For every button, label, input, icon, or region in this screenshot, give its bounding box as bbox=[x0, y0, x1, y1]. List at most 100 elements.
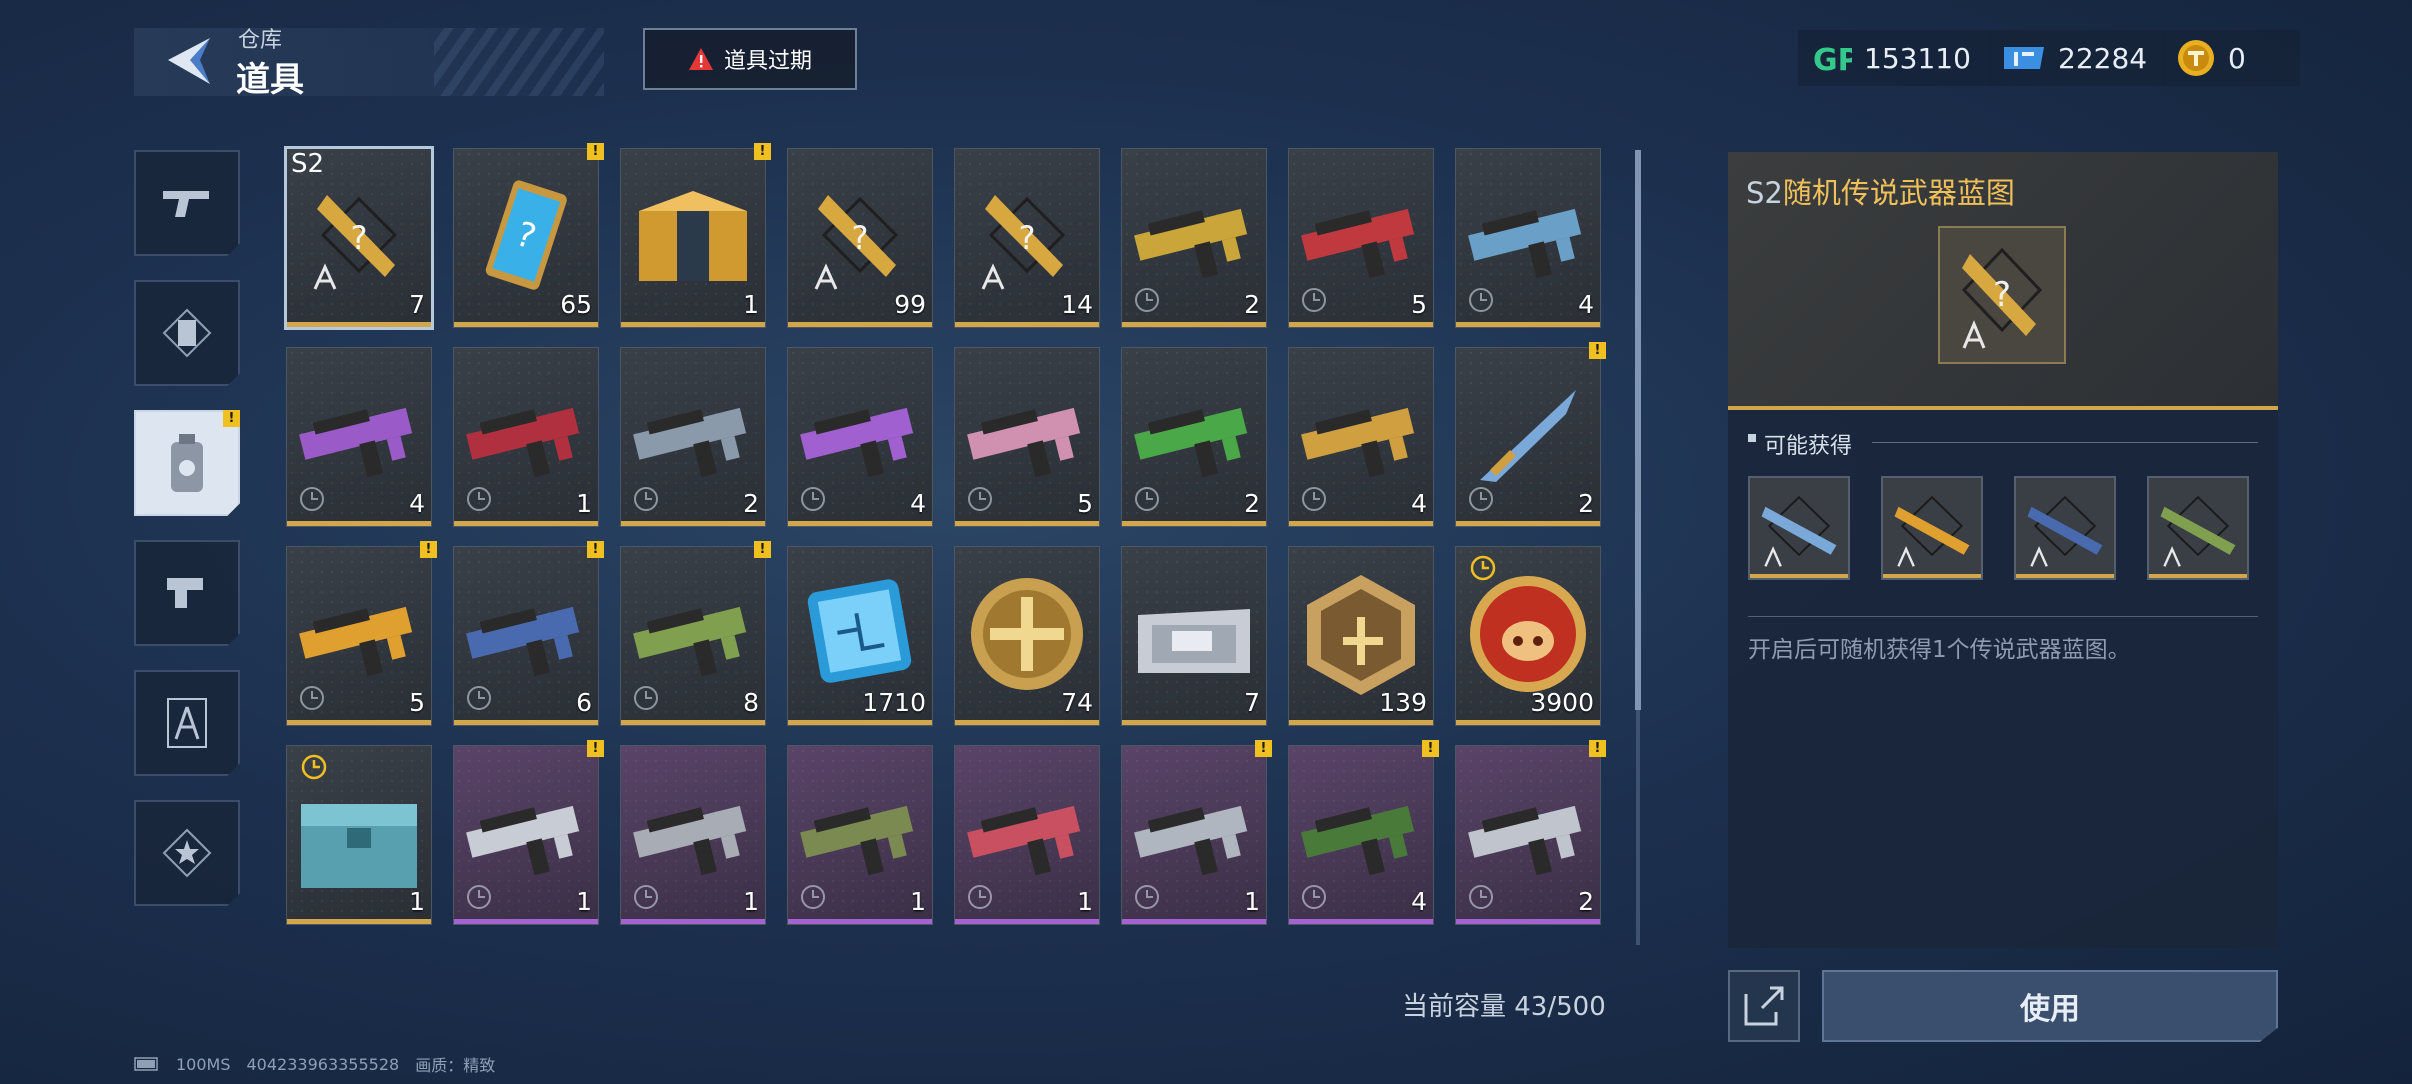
new-alert-badge: ! bbox=[1589, 740, 1606, 757]
capacity-text: 当前容量 43/500 bbox=[1402, 992, 1606, 1022]
item-art bbox=[965, 768, 1089, 898]
inventory-item[interactable]: 1 bbox=[954, 745, 1100, 925]
use-button[interactable]: 使用 bbox=[1822, 970, 2278, 1042]
rarity-bar bbox=[955, 919, 1099, 924]
tab-items[interactable]: ! bbox=[134, 410, 240, 516]
star-badge-icon bbox=[162, 828, 212, 878]
inventory-item[interactable]: 1 bbox=[453, 347, 599, 527]
ticket-amount: 22284 bbox=[2058, 41, 2148, 75]
inventory-item[interactable]: 4 bbox=[1455, 148, 1601, 328]
reward-blueprint-icon bbox=[1761, 495, 1837, 567]
inventory-item[interactable]: 74 bbox=[954, 546, 1100, 726]
inventory-item[interactable]: 2 bbox=[1121, 148, 1267, 328]
grid-scroll-thumb[interactable] bbox=[1635, 150, 1641, 710]
inventory-item[interactable]: 2 bbox=[1121, 347, 1267, 527]
rarity-bar bbox=[287, 521, 431, 526]
uid-text: 404233963355528 bbox=[246, 1054, 400, 1074]
rarity-bar bbox=[287, 720, 431, 725]
inventory-item[interactable]: 5 bbox=[1288, 148, 1434, 328]
item-art bbox=[1466, 569, 1590, 699]
inventory-item[interactable]: 139 bbox=[1288, 546, 1434, 726]
rarity-bar bbox=[287, 322, 431, 327]
svg-text:GP: GP bbox=[1813, 43, 1852, 76]
inventory-item[interactable]: ! 1 bbox=[453, 740, 604, 925]
item-count: 4 bbox=[1411, 489, 1427, 518]
item-art bbox=[631, 768, 755, 898]
tab-attachments[interactable] bbox=[134, 540, 240, 646]
item-art bbox=[798, 569, 922, 699]
inventory-item[interactable]: ! 1 bbox=[1121, 740, 1272, 925]
inventory-item[interactable]: 4 bbox=[787, 347, 933, 527]
rarity-bar bbox=[955, 720, 1099, 725]
back-arrow-icon[interactable] bbox=[160, 34, 216, 90]
item-count: 7 bbox=[409, 290, 425, 319]
new-alert-badge: ! bbox=[1255, 740, 1272, 757]
item-description: 开启后可随机获得1个传说武器蓝图。 bbox=[1748, 637, 2131, 663]
inventory-item[interactable]: ? 14 bbox=[954, 148, 1100, 328]
rarity-bar bbox=[2149, 574, 2247, 578]
inventory-item[interactable]: ! 5 bbox=[286, 541, 437, 726]
inventory-item[interactable]: 7 bbox=[1121, 546, 1267, 726]
item-count: 2 bbox=[1244, 290, 1260, 319]
warning-icon bbox=[688, 48, 713, 70]
limited-time-icon bbox=[1469, 288, 1493, 312]
svg-text:?: ? bbox=[1993, 275, 2011, 315]
possible-reward-item[interactable] bbox=[1881, 476, 1983, 580]
item-art bbox=[1132, 370, 1256, 500]
inventory-item[interactable]: 1 bbox=[787, 745, 933, 925]
tab-weapons[interactable] bbox=[134, 150, 240, 256]
inventory-item[interactable]: ? 99 bbox=[787, 148, 933, 328]
section-rule bbox=[1872, 442, 2258, 443]
attachment-icon bbox=[167, 578, 203, 608]
limited-time-icon bbox=[300, 487, 324, 511]
inventory-item[interactable]: ! 2 bbox=[1455, 740, 1606, 925]
rarity-bar bbox=[454, 919, 598, 924]
rarity-bar bbox=[621, 521, 765, 526]
inventory-item[interactable]: ! 1 bbox=[620, 143, 771, 328]
inventory-item[interactable]: 1710 bbox=[787, 546, 933, 726]
item-count: 3900 bbox=[1530, 688, 1594, 717]
tab-blueprints[interactable] bbox=[134, 670, 240, 776]
limited-time-icon bbox=[1302, 288, 1326, 312]
inventory-item[interactable]: ! 2 bbox=[1455, 342, 1606, 527]
expired-items-button[interactable]: 道具过期 bbox=[643, 28, 857, 90]
limited-time-icon bbox=[300, 686, 324, 710]
inventory-item[interactable]: ! 4 bbox=[1288, 740, 1439, 925]
item-art bbox=[631, 171, 755, 301]
inventory-item[interactable]: 3900 bbox=[1455, 546, 1601, 726]
item-count: 99 bbox=[894, 290, 926, 319]
inventory-item[interactable]: 2 bbox=[620, 347, 766, 527]
rarity-bar bbox=[1289, 919, 1433, 924]
inventory-item[interactable]: ! 6 bbox=[453, 541, 604, 726]
inventory-item[interactable]: 5 bbox=[954, 347, 1100, 527]
inventory-item[interactable]: 4 bbox=[286, 347, 432, 527]
tab-cards[interactable] bbox=[134, 280, 240, 386]
inventory-item[interactable]: ! 8 bbox=[620, 541, 771, 726]
reward-blueprint-icon bbox=[1894, 495, 1970, 567]
svg-text:?: ? bbox=[351, 219, 368, 257]
rarity-bar bbox=[788, 521, 932, 526]
possible-reward-item[interactable] bbox=[2014, 476, 2116, 580]
rarity-bar bbox=[2016, 574, 2114, 578]
tab-favorites[interactable] bbox=[134, 800, 240, 906]
item-art: ? bbox=[965, 171, 1089, 301]
share-button[interactable] bbox=[1728, 970, 1800, 1042]
possible-heading: 可能获得 bbox=[1764, 434, 1853, 459]
inventory-item[interactable]: ? S2 7 bbox=[284, 146, 434, 330]
limited-time-icon bbox=[968, 487, 992, 511]
possible-reward-item[interactable] bbox=[1748, 476, 1850, 580]
gold-coin-icon bbox=[2178, 40, 2214, 76]
inventory-item[interactable]: 1 bbox=[620, 745, 766, 925]
new-alert-badge: ! bbox=[587, 541, 604, 558]
item-art bbox=[1132, 569, 1256, 699]
inventory-item[interactable]: 4 bbox=[1288, 347, 1434, 527]
item-art bbox=[1132, 171, 1256, 301]
inventory-item[interactable]: ?! 65 bbox=[453, 143, 604, 328]
item-art bbox=[464, 370, 588, 500]
gp-icon: GP bbox=[1813, 43, 1852, 76]
card-icon bbox=[162, 308, 212, 358]
rarity-bar bbox=[1122, 521, 1266, 526]
inventory-item[interactable]: 1 bbox=[286, 745, 432, 925]
limited-time-icon bbox=[968, 885, 992, 909]
possible-reward-item[interactable] bbox=[2147, 476, 2249, 580]
